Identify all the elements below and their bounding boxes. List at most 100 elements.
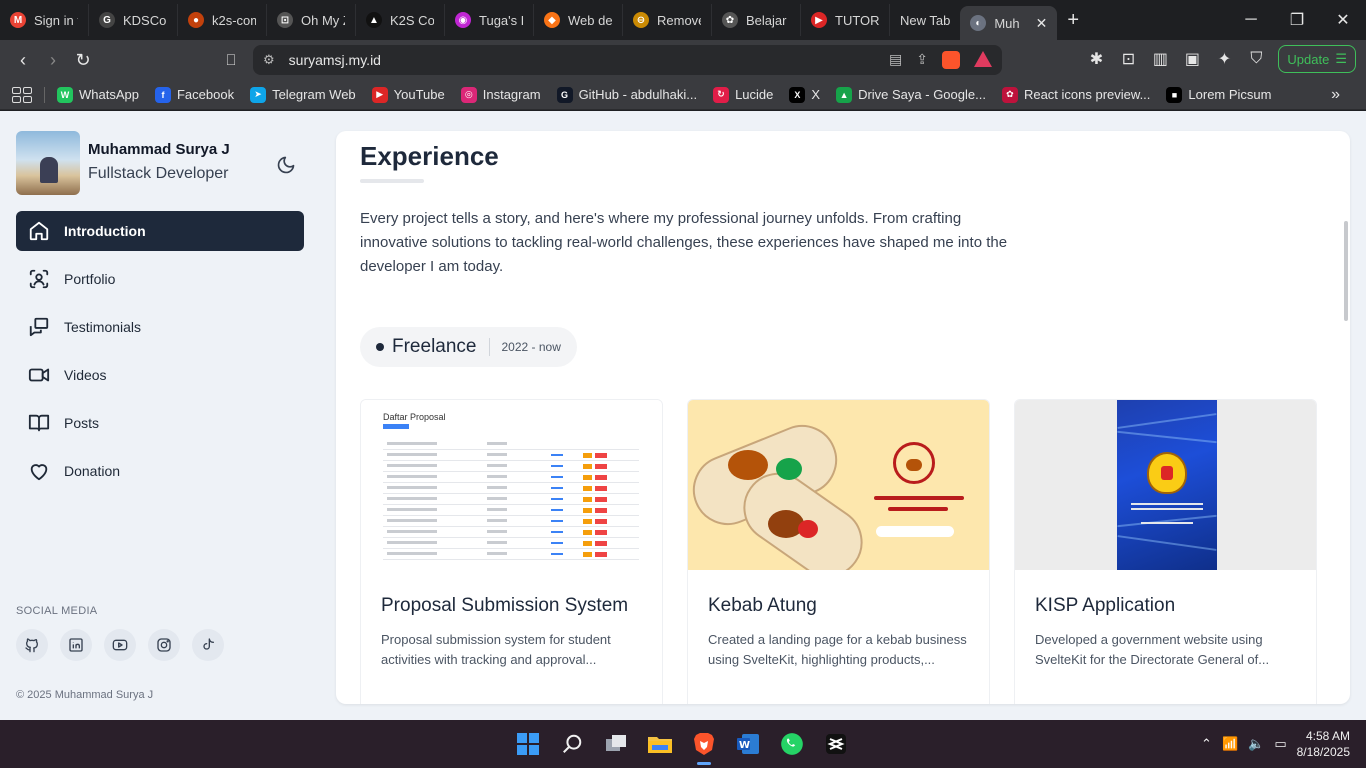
close-tab-icon[interactable]: ✕: [1036, 15, 1048, 32]
browser-tab-bar: M Sign in to G KDSCom ● k2s-com ⊡ Oh My Z ▲ K2S C…: [0, 0, 1366, 40]
moon-icon[interactable]: [276, 155, 296, 175]
more-bookmarks-icon[interactable]: »: [1331, 86, 1340, 104]
tab-item[interactable]: ▶ TUTORIA: [801, 4, 890, 36]
youtube-link[interactable]: [104, 629, 136, 661]
bookmark-item[interactable]: W WhatsApp: [49, 86, 147, 103]
table-cell: [387, 475, 437, 478]
update-button[interactable]: Update ☰: [1278, 45, 1356, 73]
kebab-filling: [776, 458, 802, 480]
sidebar-toggle-icon[interactable]: ▥: [1150, 49, 1170, 69]
tab-item[interactable]: ◆ Web dev: [534, 4, 623, 36]
sidebar-item-videos[interactable]: Videos: [16, 355, 304, 395]
sidebar-item-donation[interactable]: Donation: [16, 451, 304, 491]
taskbar-apps: W: [512, 728, 852, 765]
extensions-icon[interactable]: ✱: [1086, 49, 1106, 69]
forward-arrow-icon[interactable]: ›: [38, 50, 68, 71]
wifi-icon[interactable]: 📶: [1222, 736, 1238, 752]
table-cell: [487, 475, 507, 478]
bookmark-icon[interactable]: ⎕: [216, 52, 246, 69]
linkedin-link[interactable]: [60, 629, 92, 661]
volume-icon[interactable]: 🔈: [1248, 736, 1264, 752]
whatsapp-icon[interactable]: [776, 728, 808, 760]
edit-button: [583, 475, 592, 480]
bookmark-item[interactable]: ▲ Drive Saya - Google...: [828, 86, 994, 103]
share-icon[interactable]: ⇪: [916, 51, 928, 69]
tab-item[interactable]: ● k2s-com: [178, 4, 267, 36]
edit-button: [583, 530, 592, 535]
back-arrow-icon[interactable]: ‹: [8, 50, 38, 71]
start-windows-icon[interactable]: [512, 728, 544, 760]
tab-item[interactable]: ◉ Tuga's D: [445, 4, 534, 36]
sidebar-item-testimonials[interactable]: Testimonials: [16, 307, 304, 347]
bookmark-item[interactable]: ✿ React icons preview...: [994, 86, 1158, 103]
instagram-link[interactable]: [148, 629, 180, 661]
project-title: Kebab Atung: [708, 595, 817, 616]
address-bar[interactable]: ⚙ suryamsj.my.id ▤ ⇪: [253, 45, 1002, 75]
minimize-icon[interactable]: ─: [1228, 11, 1274, 29]
tab-item[interactable]: ✿ Belajar fu: [712, 4, 801, 36]
brave-browser-icon[interactable]: [688, 728, 720, 765]
edit-button: [583, 541, 592, 546]
scrollbar-thumb[interactable]: [1344, 221, 1348, 321]
search-icon[interactable]: [556, 728, 588, 760]
reload-icon[interactable]: ↻: [68, 50, 98, 71]
experience-group-badge: Freelance 2022 - now: [360, 327, 577, 367]
github-link[interactable]: [16, 629, 48, 661]
bookmark-item[interactable]: G GitHub - abdulhaki...: [549, 86, 706, 103]
vpn-icon[interactable]: ⛉: [1246, 50, 1266, 68]
file-explorer-icon[interactable]: [644, 728, 676, 760]
tab-active[interactable]: ◐ Muh ✕: [960, 6, 1058, 40]
close-window-icon[interactable]: ✕: [1320, 10, 1366, 30]
apps-grid-icon[interactable]: [12, 86, 32, 103]
tab-item[interactable]: ⊖ Remove: [623, 4, 712, 36]
table-cell: [487, 486, 507, 489]
sidebar-item-introduction[interactable]: Introduction: [16, 211, 304, 251]
battery-icon[interactable]: ▭: [1274, 736, 1286, 752]
badge-separator: [488, 338, 490, 356]
new-tab-plus-icon[interactable]: +: [1057, 9, 1089, 32]
brave-shields-icon[interactable]: [942, 51, 960, 69]
reader-mode-icon[interactable]: ▤: [889, 51, 902, 69]
tab-strip: M Sign in to G KDSCom ● k2s-com ⊡ Oh My Z ▲ K2S C…: [0, 0, 890, 40]
project-card-kisp[interactable]: KISP Application Developed a government …: [1014, 399, 1317, 704]
bookmark-item[interactable]: ↻ Lucide: [705, 86, 781, 103]
tab-new-tab[interactable]: New Tab: [890, 4, 960, 36]
bookmark-item[interactable]: XX: [781, 86, 828, 103]
chevron-up-icon[interactable]: ⌃: [1201, 736, 1212, 752]
tiktok-link[interactable]: [192, 629, 224, 661]
delete-button: [595, 475, 607, 480]
brave-rewards-icon[interactable]: [974, 51, 992, 67]
bookmark-item[interactable]: ➤ Telegram Web: [242, 86, 364, 103]
sidebar-item-posts[interactable]: Posts: [16, 403, 304, 443]
sidebar-item-portfolio[interactable]: Portfolio: [16, 259, 304, 299]
thumbnail-button: [383, 424, 409, 429]
project-card-proposal[interactable]: Daftar Proposal Proposal Submission Syst…: [360, 399, 663, 704]
wallet-icon[interactable]: ▣: [1182, 49, 1202, 69]
project-card-kebab[interactable]: Kebab Atung Created a landing page for a…: [687, 399, 990, 704]
cover-wave: [1117, 535, 1217, 551]
bookmark-item[interactable]: f Facebook: [147, 86, 242, 103]
table-row: [383, 482, 639, 483]
window-controls: ─ ❐ ✕: [1228, 0, 1366, 40]
tab-item[interactable]: ▲ K2S Com: [356, 4, 445, 36]
site-info-icon[interactable]: ⚙: [263, 52, 275, 68]
tab-favicon-icon: ◆: [544, 12, 560, 28]
maximize-icon[interactable]: ❐: [1274, 10, 1320, 30]
clock[interactable]: 4:58 AM 8/18/2025: [1297, 728, 1350, 760]
bookmark-item[interactable]: ▶ YouTube: [364, 86, 453, 103]
screenshot-icon[interactable]: ⊡: [1118, 49, 1138, 69]
word-icon[interactable]: W: [732, 728, 764, 760]
bookmark-item[interactable]: ■ Lorem Picsum: [1158, 86, 1279, 103]
message-icon: [29, 317, 49, 337]
sidebar-item-label: Testimonials: [64, 319, 142, 335]
tab-item[interactable]: M Sign in to: [0, 4, 89, 36]
tab-item[interactable]: G KDSCom: [89, 4, 178, 36]
table-row: [383, 493, 639, 494]
bookmark-item[interactable]: ◎ Instagram: [453, 86, 549, 103]
leo-ai-icon[interactable]: ✦: [1214, 49, 1234, 69]
task-view-icon[interactable]: [600, 728, 632, 760]
tab-item[interactable]: ⊡ Oh My Z: [267, 4, 356, 36]
sidebar-item-label: Donation: [64, 463, 121, 479]
table-cell: [387, 541, 437, 544]
capcut-icon[interactable]: [820, 728, 852, 760]
